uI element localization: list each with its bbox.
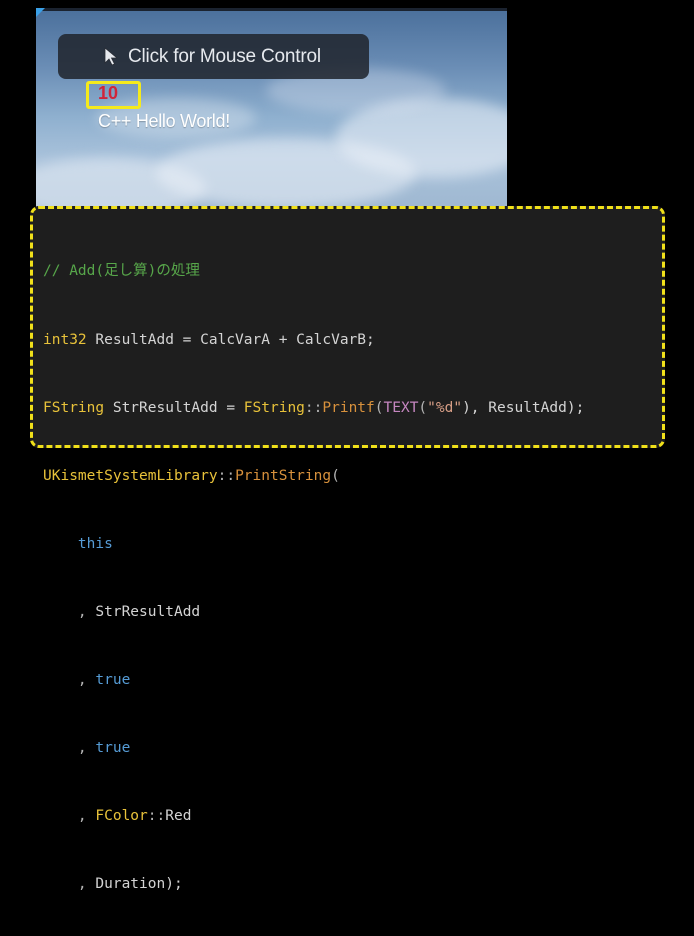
code-punctuation: , (77, 808, 96, 825)
code-line: , FColor::Red (43, 805, 584, 828)
mouse-control-label: Click for Mouse Control (128, 45, 321, 67)
code-keyword: true (95, 671, 131, 688)
debug-counter-text: 10 (98, 83, 119, 103)
code-text: Red (165, 808, 192, 825)
code-type: UKismetSystemLibrary (43, 467, 218, 484)
code-line: , StrResultAdd (43, 601, 584, 624)
code-scope: :: (304, 399, 323, 416)
code-punctuation: ( (374, 399, 384, 416)
code-macro: TEXT (383, 399, 419, 416)
code-line: FString StrResultAdd = FString::Printf(T… (43, 397, 584, 420)
code-type: FString (43, 399, 105, 416)
code-punctuation: , (77, 876, 96, 893)
code-punctuation: , (77, 603, 96, 620)
code-type: int32 (43, 331, 87, 348)
code-function: PrintString (235, 467, 332, 484)
code-function: Printf (322, 399, 375, 416)
mouse-control-button[interactable]: Click for Mouse Control (58, 34, 369, 79)
code-text: StrResultAdd = (104, 399, 244, 416)
mouse-cursor-icon (104, 47, 118, 66)
code-comment: // Add(足し算)の処理 (43, 263, 200, 280)
code-line: this (43, 533, 584, 556)
code-line: // Add(足し算)の処理 (43, 260, 584, 283)
code-scope: :: (217, 467, 236, 484)
code-keyword: true (95, 740, 131, 757)
code-line: , true (43, 737, 584, 760)
code-snippet-panel: // Add(足し算)の処理 int32 ResultAdd = CalcVar… (30, 206, 665, 892)
code-block: // Add(足し算)の処理 int32 ResultAdd = CalcVar… (43, 215, 584, 936)
code-type: FString (243, 399, 305, 416)
viewport-top-bar (36, 8, 507, 11)
code-text: StrResultAdd (95, 603, 201, 620)
code-punctuation: ( (418, 399, 428, 416)
code-punctuation: , (77, 671, 96, 688)
code-string: "%d" (427, 399, 463, 416)
code-scope: :: (147, 808, 166, 825)
code-punctuation: , (77, 740, 96, 757)
code-line: , true (43, 669, 584, 692)
code-text: ResultAdd = CalcVarA + CalcVarB; (86, 331, 375, 348)
code-keyword: this (77, 535, 113, 552)
game-viewport[interactable]: Click for Mouse Control 10 C++ Hello Wor… (36, 8, 507, 218)
code-line: UKismetSystemLibrary::PrintString( (43, 465, 584, 488)
viewport-corner-marker (36, 8, 45, 17)
debug-hello-text: C++ Hello World! (98, 111, 230, 131)
code-text: ), ResultAdd); (462, 399, 585, 416)
code-text: Duration); (95, 876, 183, 893)
code-type: FColor (95, 808, 148, 825)
code-line: int32 ResultAdd = CalcVarA + CalcVarB; (43, 329, 584, 352)
code-line: , Duration); (43, 873, 584, 896)
code-punctuation: ( (331, 467, 340, 484)
